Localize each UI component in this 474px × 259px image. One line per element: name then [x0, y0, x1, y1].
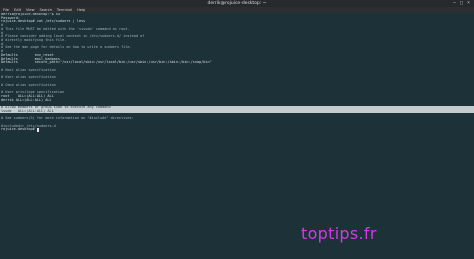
minimize-button[interactable]: –	[453, 0, 456, 7]
window-titlebar[interactable]: derrik@rojuice-desktop: ~ – □ ×	[0, 0, 474, 7]
window-controls: – □ ×	[453, 0, 470, 7]
window-title: derrik@rojuice-desktop: ~	[207, 1, 267, 6]
maximize-button[interactable]: □	[460, 0, 463, 7]
text-cursor	[36, 128, 39, 132]
close-button[interactable]: ×	[467, 0, 470, 7]
terminal-line: rojuice-desktop#	[1, 127, 39, 132]
terminal-output[interactable]: derrik@rojuice-desktop:~$ su Password: roj…	[0, 13, 474, 259]
watermark-logo: toptips.fr	[301, 224, 377, 243]
